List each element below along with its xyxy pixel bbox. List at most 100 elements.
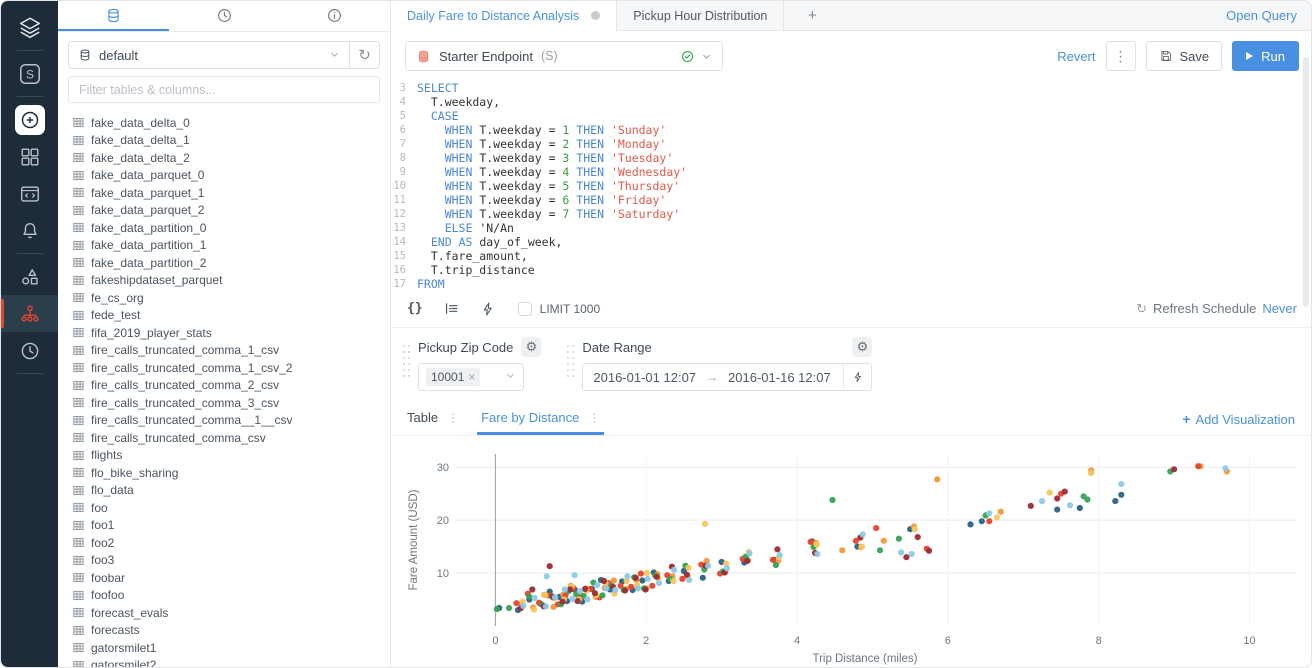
zip-filter-settings-button[interactable]: ⚙	[521, 337, 541, 357]
refresh-schedule-label: Refresh Schedule	[1153, 301, 1256, 316]
date-filter: Date Range ⚙ 2016-01-01 12:07 → 2016-01-…	[567, 337, 872, 391]
table-item[interactable]: foo2	[58, 534, 390, 552]
table-item[interactable]: foobar	[58, 569, 390, 587]
svg-text:0: 0	[492, 635, 498, 647]
refresh-database-button[interactable]: ↻	[349, 42, 379, 68]
zip-select[interactable]: 10001 ×	[418, 363, 524, 391]
table-item[interactable]: fire_calls_truncated_comma_csv	[58, 429, 390, 447]
table-item[interactable]: foo3	[58, 552, 390, 570]
svg-text:S: S	[26, 67, 34, 81]
lineage-icon[interactable]	[1, 295, 58, 332]
revert-button[interactable]: Revert	[1057, 49, 1095, 64]
shapes-icon[interactable]	[1, 258, 58, 295]
new-query-button[interactable]	[1, 101, 58, 138]
table-item[interactable]: gatorsmilet2	[58, 657, 390, 668]
table-item[interactable]: flo_data	[58, 482, 390, 500]
divider	[17, 253, 43, 254]
table-item[interactable]: fake_data_partition_2	[58, 254, 390, 272]
endpoint-select[interactable]: Starter Endpoint (S)	[405, 41, 723, 71]
table-item[interactable]: forecasts	[58, 622, 390, 640]
table-item[interactable]: fire_calls_truncated_comma_2_csv	[58, 377, 390, 395]
table-item[interactable]: fake_data_delta_2	[58, 149, 390, 167]
gear-icon: ⚙	[526, 339, 538, 355]
scrollbar-thumb[interactable]	[1303, 57, 1309, 307]
table-item[interactable]: fire_calls_truncated_comma_1_csv	[58, 342, 390, 360]
table-item[interactable]: fire_calls_truncated_comma__1__csv	[58, 412, 390, 430]
drag-handle[interactable]	[403, 343, 411, 391]
notifications-icon[interactable]	[1, 212, 58, 249]
tab-pickup-hour-distribution[interactable]: Pickup Hour Distribution	[617, 1, 784, 30]
table-item[interactable]: fake_data_partition_0	[58, 219, 390, 237]
table-item[interactable]: foo1	[58, 517, 390, 535]
tab-query-history[interactable]	[169, 1, 280, 31]
table-item[interactable]: fake_data_parquet_2	[58, 202, 390, 220]
table-name: fake_data_partition_2	[91, 256, 206, 270]
table-name: fire_calls_truncated_comma_2_csv	[91, 378, 279, 392]
table-item[interactable]: gatorsmilet1	[58, 639, 390, 657]
save-button[interactable]: Save	[1146, 41, 1223, 71]
new-tab-button[interactable]: +	[784, 1, 840, 30]
zip-tag: 10001 ×	[426, 368, 480, 386]
table-item[interactable]: fake_data_delta_1	[58, 132, 390, 150]
s-workspace-icon[interactable]: S	[1, 55, 58, 92]
browser-tabs	[58, 1, 390, 32]
table-item[interactable]: fake_data_partition_1	[58, 237, 390, 255]
sql-editor[interactable]: 3SELECT4 T.weekday,5 CASE6 WHEN T.weekda…	[391, 71, 1311, 295]
table-item[interactable]: foofoo	[58, 587, 390, 605]
table-name: fake_data_parquet_0	[91, 168, 204, 182]
table-filter-input[interactable]	[69, 83, 379, 97]
date-range-input[interactable]: 2016-01-01 12:07 → 2016-01-16 12:07	[582, 363, 872, 391]
svg-text:Fare Amount (USD): Fare Amount (USD)	[408, 489, 420, 590]
table-item[interactable]: fire_calls_truncated_comma_3_csv	[58, 394, 390, 412]
scatter-chart[interactable]: 1020300246810Trip Distance (miles)Fare A…	[403, 442, 1301, 666]
table-item[interactable]: fake_data_delta_0	[58, 114, 390, 132]
kebab-icon[interactable]: ⋮	[447, 411, 459, 425]
indent-icon[interactable]	[443, 300, 460, 317]
lightning-icon	[852, 371, 864, 383]
tab-daily-fare-analysis[interactable]: Daily Fare to Distance Analysis	[391, 1, 617, 30]
table-item[interactable]: fake_data_parquet_0	[58, 167, 390, 185]
date-filter-settings-button[interactable]: ⚙	[852, 337, 872, 357]
table-item[interactable]: fede_test	[58, 307, 390, 325]
scrollbar[interactable]	[1303, 41, 1309, 641]
table-item[interactable]: flights	[58, 447, 390, 465]
query-snippets-icon[interactable]	[1, 175, 58, 212]
table-item[interactable]: flo_bike_sharing	[58, 464, 390, 482]
remove-tag-icon[interactable]: ×	[468, 370, 475, 384]
database-select[interactable]: default ↻	[68, 41, 380, 69]
lightning-icon[interactable]	[480, 301, 496, 317]
table-item[interactable]: foo	[58, 499, 390, 517]
quick-range-button[interactable]	[843, 364, 871, 390]
tab-info[interactable]	[279, 1, 390, 31]
table-item[interactable]: forecast_evals	[58, 604, 390, 622]
open-query-link[interactable]: Open Query	[1226, 1, 1297, 30]
more-options-button[interactable]: ⋮	[1106, 41, 1136, 71]
chevron-down-icon	[701, 51, 712, 62]
format-query-icon[interactable]: {}	[407, 301, 423, 316]
limit-checkbox[interactable]	[518, 302, 532, 316]
table-name: fakeshipdataset_parquet	[91, 273, 222, 287]
table-item[interactable]: fifa_2019_player_stats	[58, 324, 390, 342]
tab-database[interactable]	[58, 1, 169, 31]
add-visualization-button[interactable]: + Add Visualization	[1182, 411, 1295, 427]
refresh-schedule-value[interactable]: Never	[1262, 301, 1297, 316]
date-start[interactable]: 2016-01-01 12:07	[583, 370, 706, 385]
tab-table[interactable]: Table ⋮	[403, 403, 463, 435]
dashboards-icon[interactable]	[1, 138, 58, 175]
table-name: fake_data_delta_1	[91, 133, 190, 147]
code-line: 9 WHEN T.weekday = 4 THEN 'Wednesday'	[391, 165, 1311, 179]
table-item[interactable]: fe_cs_org	[58, 289, 390, 307]
table-item[interactable]: fire_calls_truncated_comma_1_csv_2	[58, 359, 390, 377]
tab-fare-by-distance[interactable]: Fare by Distance ⋮	[477, 403, 604, 435]
code-line: 6 WHEN T.weekday = 1 THEN 'Sunday'	[391, 123, 1311, 137]
table-item[interactable]: fakeshipdataset_parquet	[58, 272, 390, 290]
kebab-icon[interactable]: ⋮	[588, 411, 600, 425]
run-button[interactable]: Run	[1232, 41, 1299, 71]
drag-handle[interactable]	[567, 343, 575, 391]
limit-checkbox-group[interactable]: LIMIT 1000	[518, 302, 600, 316]
date-end[interactable]: 2016-01-16 12:07	[718, 370, 841, 385]
history-icon[interactable]	[1, 332, 58, 369]
table-item[interactable]: fake_data_parquet_1	[58, 184, 390, 202]
svg-text:Trip Distance (miles): Trip Distance (miles)	[812, 653, 917, 665]
table-name: fire_calls_truncated_comma__1__csv	[91, 413, 292, 427]
